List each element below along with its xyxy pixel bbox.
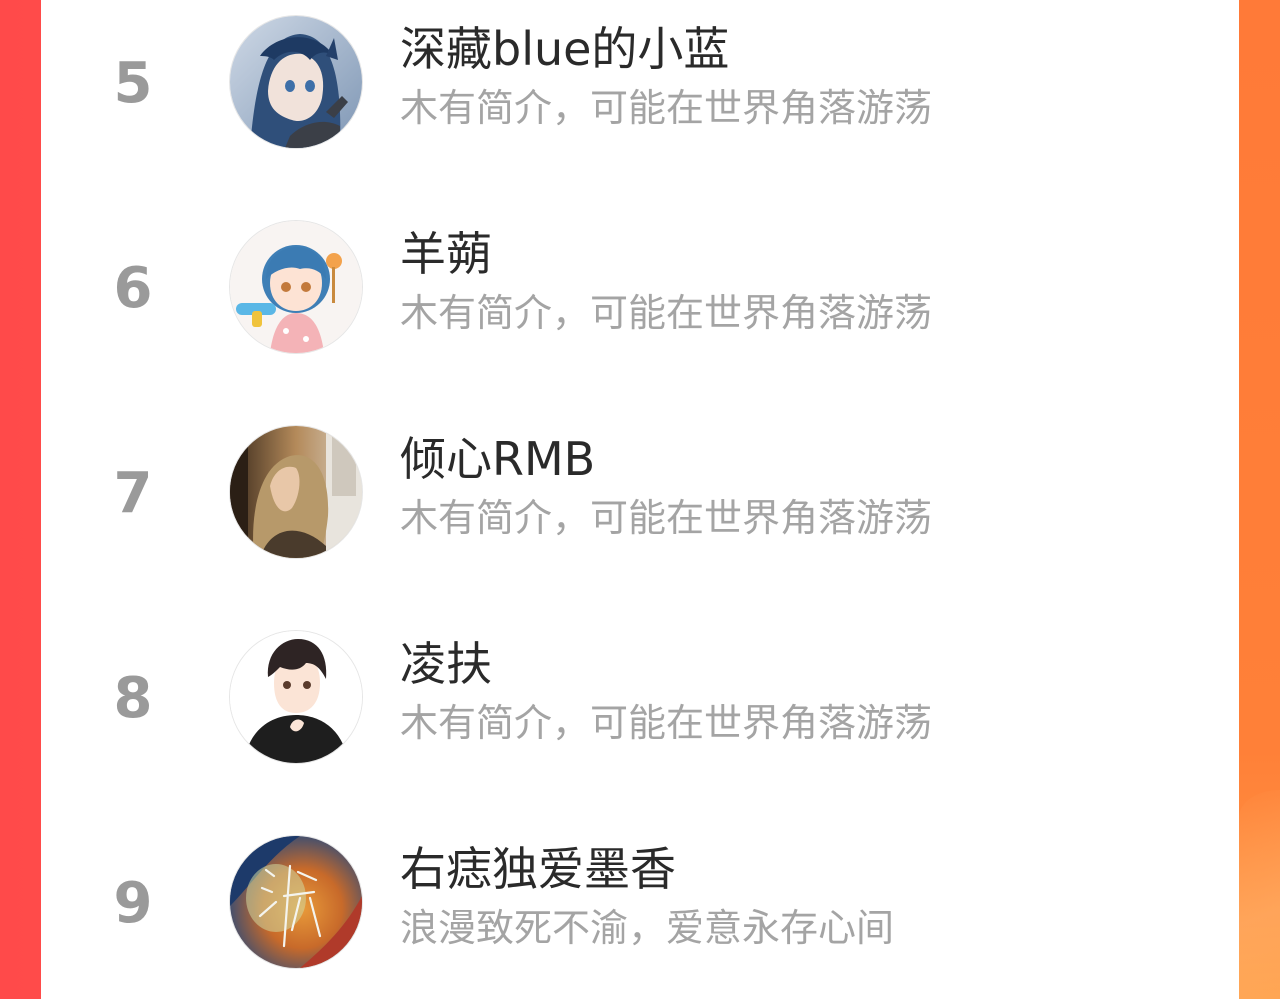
user-avatar[interactable]	[230, 16, 362, 148]
anime-girl-blue-hair-avatar	[230, 16, 362, 148]
user-bio: 木有简介，可能在世界角落游荡	[400, 291, 933, 335]
user-avatar[interactable]	[230, 631, 362, 763]
ranking-row[interactable]: 7 倾心RMB 木有简介，可能在世界角落游荡	[41, 424, 1239, 564]
rank-number: 7	[113, 461, 153, 526]
ranking-row[interactable]: 9 右痣独爱墨香 浪漫致死不渝，爱意永存心间	[41, 834, 1239, 974]
user-name[interactable]: 凌扶	[400, 641, 492, 687]
ranking-row[interactable]: 5 深藏blue的小蓝 木有简介，可能在世界角落游荡	[41, 14, 1239, 154]
rank-number: 6	[113, 256, 153, 321]
ranking-card: 5 深藏blue的小蓝 木有简介，可能在世界角落游荡 6 羊蒴 木有简介，可能在…	[41, 0, 1239, 999]
chibi-girl-water-gun-avatar	[230, 221, 362, 353]
user-name[interactable]: 深藏blue的小蓝	[400, 26, 729, 72]
user-bio: 浪漫致死不渝，爱意永存心间	[400, 906, 895, 950]
user-name[interactable]: 羊蒴	[400, 231, 492, 277]
user-bio: 木有简介，可能在世界角落游荡	[400, 701, 933, 745]
photo-girl-window-avatar	[230, 426, 362, 558]
painted-circle-calligraphy-avatar	[230, 836, 362, 968]
ranking-row[interactable]: 6 羊蒴 木有简介，可能在世界角落游荡	[41, 219, 1239, 359]
ranking-row[interactable]: 8 凌扶 木有简介，可能在世界角落游荡	[41, 629, 1239, 769]
background-wave	[1239, 790, 1280, 999]
rank-number: 5	[113, 51, 153, 116]
user-bio: 木有简介，可能在世界角落游荡	[400, 86, 933, 130]
user-bio: 木有简介，可能在世界角落游荡	[400, 496, 933, 540]
rank-number: 9	[113, 871, 153, 936]
user-avatar[interactable]	[230, 836, 362, 968]
user-name[interactable]: 倾心RMB	[400, 436, 595, 482]
user-name[interactable]: 右痣独爱墨香	[400, 846, 676, 892]
user-avatar[interactable]	[230, 221, 362, 353]
background-edge-right	[1239, 0, 1280, 999]
anime-boy-black-hoodie-avatar	[230, 631, 362, 763]
rank-number: 8	[113, 666, 153, 731]
user-avatar[interactable]	[230, 426, 362, 558]
